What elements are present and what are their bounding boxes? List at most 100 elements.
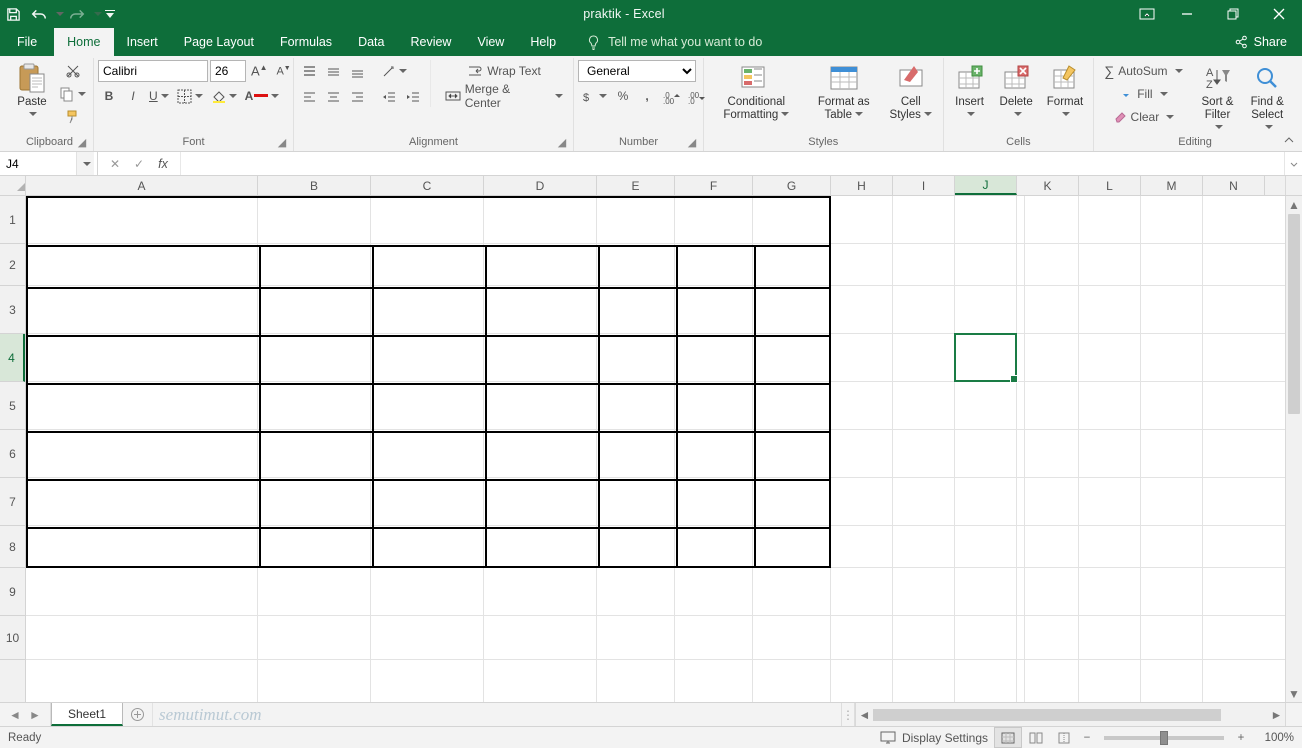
copy-button[interactable] <box>56 83 89 105</box>
font-name-combo[interactable] <box>98 60 208 82</box>
borders-button[interactable] <box>174 85 206 107</box>
accounting-button[interactable]: $ <box>578 85 610 107</box>
qat-customize[interactable] <box>102 0 118 28</box>
clear-button[interactable]: Clear <box>1098 106 1188 128</box>
hscroll-thumb[interactable] <box>873 709 1221 721</box>
view-normal-button[interactable] <box>994 727 1022 748</box>
row-header-3[interactable]: 3 <box>0 286 25 334</box>
fill-color-button[interactable] <box>208 85 240 107</box>
name-box-dropdown[interactable] <box>76 152 94 175</box>
sort-filter-button[interactable]: AZ Sort & Filter <box>1195 60 1241 137</box>
conditional-formatting-button[interactable]: Conditional Formatting <box>708 60 805 124</box>
restore-button[interactable] <box>1210 0 1256 28</box>
shrink-font-button[interactable]: A▼ <box>273 60 295 82</box>
percent-button[interactable]: % <box>612 85 634 107</box>
clipboard-dialog-launcher[interactable]: ◢ <box>75 135 89 149</box>
align-bottom-button[interactable] <box>346 60 368 82</box>
column-header-G[interactable]: G <box>753 176 831 195</box>
increase-indent-button[interactable] <box>402 85 424 107</box>
column-header-I[interactable]: I <box>893 176 955 195</box>
align-center-button[interactable] <box>322 85 344 107</box>
zoom-slider[interactable] <box>1104 736 1224 740</box>
comma-button[interactable]: , <box>636 85 658 107</box>
view-page-break-button[interactable] <box>1050 727 1078 748</box>
fill-button[interactable]: Fill <box>1098 83 1188 105</box>
vscroll-thumb[interactable] <box>1288 214 1300 414</box>
orientation-button[interactable] <box>378 60 410 82</box>
number-format-combo[interactable]: General <box>578 60 696 82</box>
insert-function-button[interactable]: fx <box>152 152 174 175</box>
column-header-N[interactable]: N <box>1203 176 1265 195</box>
scroll-up-button[interactable]: ▲ <box>1286 196 1302 213</box>
column-header-C[interactable]: C <box>371 176 484 195</box>
row-header-4[interactable]: 4 <box>0 334 25 382</box>
row-header-5[interactable]: 5 <box>0 382 25 430</box>
tab-insert[interactable]: Insert <box>114 28 171 56</box>
merge-center-button[interactable]: Merge & Center <box>439 85 569 107</box>
column-header-M[interactable]: M <box>1141 176 1203 195</box>
font-dialog-launcher[interactable]: ◢ <box>275 135 289 149</box>
wrap-text-button[interactable]: Wrap Text <box>439 60 569 82</box>
tab-data[interactable]: Data <box>345 28 397 56</box>
align-middle-button[interactable] <box>322 60 344 82</box>
scroll-down-button[interactable]: ▼ <box>1286 685 1302 702</box>
close-button[interactable] <box>1256 0 1302 28</box>
scroll-left-button[interactable]: ◄ <box>856 703 873 726</box>
tab-home[interactable]: Home <box>54 28 113 56</box>
sheet-tab-sheet1[interactable]: Sheet1 <box>51 703 123 726</box>
formula-enter[interactable]: ✓ <box>128 152 150 175</box>
view-page-layout-button[interactable] <box>1022 727 1050 748</box>
zoom-knob[interactable] <box>1160 731 1168 745</box>
collapse-ribbon-button[interactable] <box>1280 131 1298 149</box>
find-select-button[interactable]: Find & Select <box>1242 60 1292 137</box>
format-painter-button[interactable] <box>56 106 89 128</box>
scroll-right-button[interactable]: ► <box>1268 703 1285 726</box>
formula-cancel[interactable]: ✕ <box>104 152 126 175</box>
row-header-8[interactable]: 8 <box>0 526 25 568</box>
column-header-B[interactable]: B <box>258 176 371 195</box>
row-header-2[interactable]: 2 <box>0 244 25 286</box>
row-header-9[interactable]: 9 <box>0 568 25 616</box>
ribbon-options-button[interactable] <box>1130 0 1164 28</box>
cell-styles-button[interactable]: Cell Styles <box>883 60 939 124</box>
align-top-button[interactable] <box>298 60 320 82</box>
sheet-nav-next[interactable]: ► <box>26 703 44 726</box>
align-left-button[interactable] <box>298 85 320 107</box>
autosum-button[interactable]: ∑ AutoSum <box>1098 60 1188 82</box>
tab-review[interactable]: Review <box>397 28 464 56</box>
font-size-combo[interactable] <box>210 60 246 82</box>
select-all-corner[interactable] <box>0 176 26 195</box>
formula-input[interactable] <box>181 152 1284 175</box>
column-header-J[interactable]: J <box>955 176 1017 195</box>
format-cells-button[interactable]: Format <box>1041 60 1089 124</box>
tell-me[interactable]: Tell me what you want to do <box>569 28 762 56</box>
paste-button[interactable]: Paste <box>10 60 54 124</box>
row-header-10[interactable]: 10 <box>0 616 25 660</box>
delete-cells-button[interactable]: Delete <box>994 60 1039 124</box>
tab-file[interactable]: File <box>0 28 54 56</box>
expand-formula-bar[interactable] <box>1284 152 1302 175</box>
increase-decimal-button[interactable]: .0.00 <box>660 85 683 107</box>
align-right-button[interactable] <box>346 85 368 107</box>
decrease-indent-button[interactable] <box>378 85 400 107</box>
column-header-F[interactable]: F <box>675 176 753 195</box>
column-header-K[interactable]: K <box>1017 176 1079 195</box>
sheet-nav-prev[interactable]: ◄ <box>6 703 24 726</box>
number-dialog-launcher[interactable]: ◢ <box>685 135 699 149</box>
redo-button[interactable] <box>64 0 90 28</box>
sheet-split-handle[interactable]: ⋮ <box>841 703 855 726</box>
column-header-D[interactable]: D <box>484 176 597 195</box>
row-header-7[interactable]: 7 <box>0 478 25 526</box>
row-header-6[interactable]: 6 <box>0 430 25 478</box>
zoom-in-button[interactable]: + <box>1232 732 1250 744</box>
tab-view[interactable]: View <box>464 28 517 56</box>
cells-canvas[interactable] <box>26 196 1285 702</box>
minimize-button[interactable] <box>1164 0 1210 28</box>
bold-button[interactable]: B <box>98 85 120 107</box>
tab-formulas[interactable]: Formulas <box>267 28 345 56</box>
new-sheet-button[interactable] <box>123 703 153 726</box>
format-as-table-button[interactable]: Format as Table <box>807 60 881 124</box>
column-header-A[interactable]: A <box>26 176 258 195</box>
font-color-button[interactable]: A <box>242 85 283 107</box>
save-button[interactable] <box>0 0 26 28</box>
